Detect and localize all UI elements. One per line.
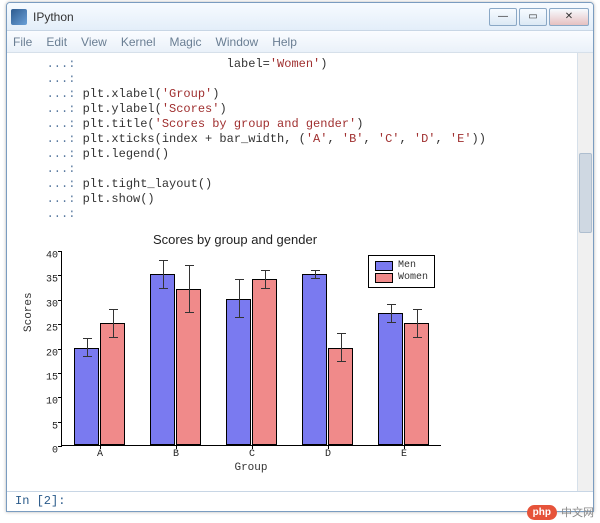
y-tick-label: 15 [46,372,62,383]
code-line: ...: plt.tight_layout() [25,177,583,192]
app-icon [11,9,27,25]
x-tick [328,445,329,449]
errorbar [391,304,392,324]
y-tick-label: 30 [46,299,62,310]
x-tick [404,445,405,449]
legend: Men Women [368,255,435,288]
y-tick [58,349,62,350]
legend-swatch-women [375,273,393,283]
close-button[interactable]: ✕ [549,8,589,26]
menu-view[interactable]: View [81,35,107,49]
y-tick-label: 10 [46,397,62,408]
x-tick [252,445,253,449]
menu-magic[interactable]: Magic [170,35,202,49]
y-tick [58,275,62,276]
titlebar[interactable]: IPython — ▭ ✕ [7,3,593,31]
input-prompt: In [2]: [15,494,65,508]
y-tick [58,300,62,301]
legend-label-men: Men [398,260,416,271]
code-line: ...: plt.xticks(index + bar_width, ('A',… [25,132,583,147]
code-block: ...: label='Women') ...: ...: plt.xlabel… [25,57,583,222]
window: IPython — ▭ ✕ File Edit View Kernel Magi… [6,2,594,512]
bar-men-C [226,299,251,445]
bar-women-C [252,279,277,445]
code-line: ...: plt.xlabel('Group') [25,87,583,102]
code-line: ...: [25,207,583,222]
code-line: ...: plt.legend() [25,147,583,162]
content-area[interactable]: ...: label='Women') ...: ...: plt.xlabel… [7,53,593,491]
legend-item-women: Women [375,272,428,283]
bar-men-D [302,274,327,445]
statusbar: In [2]: [7,491,593,511]
errorbar [341,333,342,362]
bar-men-A [74,348,99,446]
bar-women-E [404,323,429,445]
y-tick [58,373,62,374]
code-line: ...: label='Women') [25,57,583,72]
errorbar [265,270,266,290]
x-tick [100,445,101,449]
y-tick [58,446,62,447]
errorbar [417,309,418,338]
code-line: ...: [25,162,583,177]
bar-men-E [378,313,403,445]
errorbar [239,279,240,318]
bar-women-A [100,323,125,445]
code-line: ...: plt.title('Scores by group and gend… [25,117,583,132]
minimize-button[interactable]: — [489,8,517,26]
errorbar [189,265,190,314]
bar-men-B [150,274,175,445]
y-tick-label: 5 [52,421,62,432]
legend-item-men: Men [375,260,428,271]
code-line: ...: plt.show() [25,192,583,207]
scrollbar-thumb[interactable] [579,153,592,233]
errorbar [87,338,88,358]
watermark: php 中文网 [527,504,594,520]
watermark-brand: php [527,505,557,520]
chart-title: Scores by group and gender [25,232,445,247]
x-tick [176,445,177,449]
menu-window[interactable]: Window [216,35,259,49]
errorbar [315,270,316,280]
y-tick [58,324,62,325]
menubar: File Edit View Kernel Magic Window Help [7,31,593,53]
watermark-cn: 中文网 [561,504,594,520]
errorbar [163,260,164,289]
y-tick-label: 35 [46,275,62,286]
chart: Scores by group and gender Scores Men Wo… [25,232,445,472]
menu-help[interactable]: Help [272,35,297,49]
menu-edit[interactable]: Edit [46,35,67,49]
x-axis-label: Group [61,462,441,474]
plot-area: Men Women 0510152025303540ABCDE [61,251,441,446]
scrollbar[interactable] [577,53,593,491]
y-tick-label: 40 [46,251,62,262]
y-tick-label: 20 [46,348,62,359]
y-tick-label: 25 [46,324,62,335]
y-tick [58,422,62,423]
menu-kernel[interactable]: Kernel [121,35,156,49]
window-title: IPython [33,10,74,24]
errorbar [113,309,114,338]
y-axis-label: Scores [23,292,35,332]
bar-women-D [328,348,353,446]
code-line: ...: plt.ylabel('Scores') [25,102,583,117]
menu-file[interactable]: File [13,35,32,49]
maximize-button[interactable]: ▭ [519,8,547,26]
y-tick [58,251,62,252]
legend-swatch-men [375,261,393,271]
code-line: ...: [25,72,583,87]
legend-label-women: Women [398,272,428,283]
y-tick-label: 0 [52,446,62,457]
y-tick [58,397,62,398]
